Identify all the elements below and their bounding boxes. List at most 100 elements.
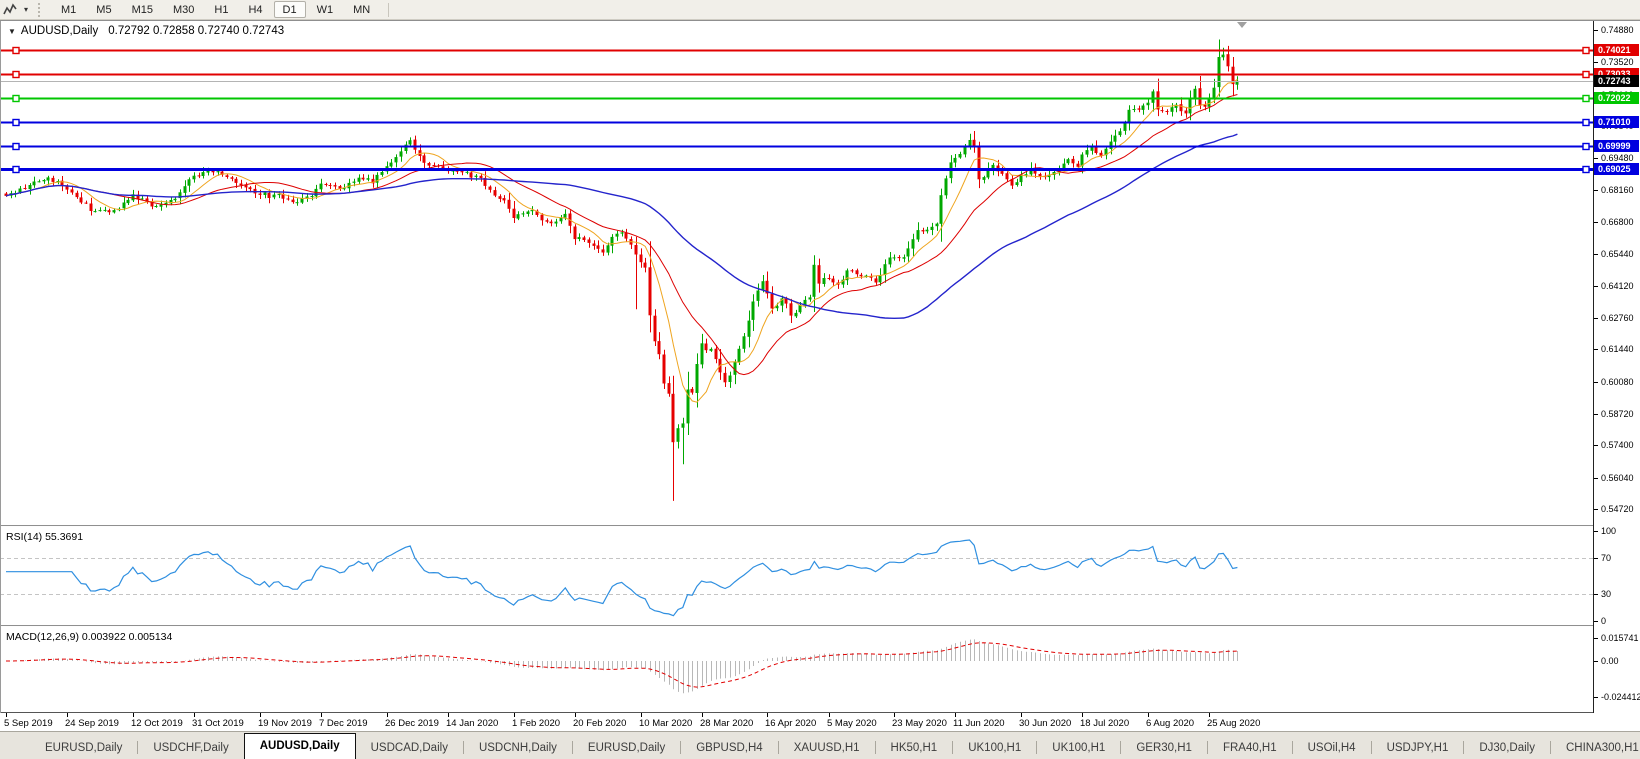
chart-tab-dj30-daily[interactable]: DJ30,Daily bbox=[1464, 738, 1550, 759]
chart-shift-marker-icon[interactable] bbox=[1237, 22, 1247, 28]
chart-tab-hk50-h1[interactable]: HK50,H1 bbox=[876, 738, 953, 759]
hline-handle[interactable] bbox=[13, 167, 19, 173]
timeframe-button-m15[interactable]: M15 bbox=[123, 1, 162, 18]
date-tick-label: 1 Feb 2020 bbox=[512, 718, 560, 729]
macd-histogram bbox=[7, 639, 1238, 693]
axis-tick bbox=[1594, 638, 1598, 639]
axis-tick-label: 0.61440 bbox=[1601, 344, 1634, 354]
chart-tab-gbpusd-h4[interactable]: GBPUSD,H4 bbox=[681, 738, 777, 759]
chart-tab-usdcad-daily[interactable]: USDCAD,Daily bbox=[356, 738, 463, 759]
price-level-badge: 0.69025 bbox=[1594, 163, 1639, 175]
hline-handle[interactable] bbox=[1583, 96, 1589, 102]
axis-tick bbox=[1594, 478, 1598, 479]
hline-handle[interactable] bbox=[13, 48, 19, 54]
axis-tick-label: -0.024412 bbox=[1601, 692, 1640, 702]
axis-tick bbox=[1594, 558, 1598, 559]
date-tick bbox=[6, 713, 7, 717]
date-tick-label: 26 Dec 2019 bbox=[385, 718, 439, 729]
rsi-label: RSI(14) 55.3691 bbox=[6, 531, 83, 543]
axis-tick-label: 0.68160 bbox=[1601, 185, 1634, 195]
moving-average-line[interactable] bbox=[6, 95, 1237, 375]
hline-handle[interactable] bbox=[13, 120, 19, 126]
hline-handle[interactable] bbox=[13, 96, 19, 102]
moving-average-line[interactable] bbox=[6, 79, 1237, 402]
axis-tick bbox=[1594, 414, 1598, 415]
date-tick-label: 23 May 2020 bbox=[892, 718, 947, 729]
timeframe-button-m1[interactable]: M1 bbox=[52, 1, 85, 18]
date-tick bbox=[133, 713, 134, 717]
chart-title: ▼AUDUSD,Daily0.72792 0.72858 0.72740 0.7… bbox=[8, 25, 284, 37]
hline-handle[interactable] bbox=[13, 144, 19, 150]
price-axis[interactable]: 0.748800.735200.721600.708400.694800.681… bbox=[1594, 21, 1640, 713]
chart-symbol-period: AUDUSD,Daily bbox=[21, 25, 98, 37]
hline-handle[interactable] bbox=[1583, 72, 1589, 78]
date-tick-label: 5 May 2020 bbox=[827, 718, 877, 729]
hline-handle[interactable] bbox=[13, 72, 19, 78]
price-level-badge: 0.69999 bbox=[1594, 140, 1639, 152]
macd-signal-line bbox=[6, 643, 1237, 687]
axis-tick-label: 0.74880 bbox=[1601, 25, 1634, 35]
date-tick bbox=[1082, 713, 1083, 717]
toolbar-gripper bbox=[38, 3, 43, 17]
axis-tick-label: 0.65440 bbox=[1601, 249, 1634, 259]
axis-tick-label: 0.57400 bbox=[1601, 440, 1634, 450]
timeframe-button-mn[interactable]: MN bbox=[344, 1, 379, 18]
chart-tab-usdjpy-h1[interactable]: USDJPY,H1 bbox=[1372, 738, 1464, 759]
toolbar-dropdown-arrow-icon[interactable]: ▾ bbox=[20, 5, 32, 14]
date-axis[interactable]: 5 Sep 201924 Sep 201912 Oct 201931 Oct 2… bbox=[0, 713, 1593, 731]
axis-tick-label: 0.58720 bbox=[1601, 409, 1634, 419]
date-tick-label: 16 Apr 2020 bbox=[765, 718, 816, 729]
axis-tick bbox=[1594, 382, 1598, 383]
chart-tab-uk100-h1[interactable]: UK100,H1 bbox=[1037, 738, 1120, 759]
chart-tab-bar: EURUSD,DailyUSDCHF,DailyAUDUSD,DailyUSDC… bbox=[0, 731, 1640, 759]
chart-tab-eurusd-daily[interactable]: EURUSD,Daily bbox=[573, 738, 680, 759]
chart-tab-audusd-daily[interactable]: AUDUSD,Daily bbox=[244, 733, 356, 759]
chart-window-left-border bbox=[0, 21, 1, 730]
chart-tab-usdchf-daily[interactable]: USDCHF,Daily bbox=[138, 738, 243, 759]
axis-tick-label: 0.00 bbox=[1601, 656, 1619, 666]
chart-tab-fra40-h1[interactable]: FRA40,H1 bbox=[1208, 738, 1292, 759]
candlesticks[interactable] bbox=[5, 40, 1239, 501]
date-tick bbox=[448, 713, 449, 717]
timeframe-button-m5[interactable]: M5 bbox=[87, 1, 120, 18]
date-tick bbox=[67, 713, 68, 717]
macd-indicator-panel[interactable] bbox=[0, 627, 1593, 712]
chart-tab-usoil-h4[interactable]: USOil,H4 bbox=[1293, 738, 1371, 759]
symbol-dropdown-icon[interactable]: ▼ bbox=[8, 27, 16, 36]
axis-tick-label: 0.54720 bbox=[1601, 504, 1634, 514]
timeframe-button-m30[interactable]: M30 bbox=[164, 1, 203, 18]
timeframe-button-d1[interactable]: D1 bbox=[274, 1, 306, 18]
timeframe-button-w1[interactable]: W1 bbox=[308, 1, 343, 18]
rsi-indicator-panel[interactable] bbox=[0, 527, 1593, 625]
chart-tab-usdcnh-daily[interactable]: USDCNH,Daily bbox=[464, 738, 572, 759]
date-tick bbox=[387, 713, 388, 717]
toolbar: ▾ M1M5M15M30H1H4D1W1MN bbox=[0, 0, 1640, 20]
main-price-chart[interactable] bbox=[0, 21, 1593, 525]
chart-tab-xauusd-h1[interactable]: XAUUSD,H1 bbox=[779, 738, 875, 759]
axis-tick-label: 0.62760 bbox=[1601, 313, 1634, 323]
chart-tab-uk100-h1[interactable]: UK100,H1 bbox=[953, 738, 1036, 759]
timeframe-button-h1[interactable]: H1 bbox=[205, 1, 237, 18]
chart-tab-china300-h1[interactable]: CHINA300,H1 bbox=[1551, 738, 1640, 759]
hline-handle[interactable] bbox=[1583, 48, 1589, 54]
chart-tab-eurusd-daily[interactable]: EURUSD,Daily bbox=[30, 738, 137, 759]
hline-handle[interactable] bbox=[1583, 144, 1589, 150]
date-tick bbox=[894, 713, 895, 717]
hline-handle[interactable] bbox=[1583, 120, 1589, 126]
date-tick-label: 24 Sep 2019 bbox=[65, 718, 119, 729]
timeframe-button-h4[interactable]: H4 bbox=[239, 1, 271, 18]
date-tick-label: 14 Jan 2020 bbox=[446, 718, 498, 729]
price-level-badge: 0.74021 bbox=[1594, 44, 1639, 56]
chart-tab-ger30-h1[interactable]: GER30,H1 bbox=[1121, 738, 1207, 759]
date-tick-label: 12 Oct 2019 bbox=[131, 718, 183, 729]
moving-average-line[interactable] bbox=[6, 134, 1237, 318]
axis-tick-label: 30 bbox=[1601, 589, 1611, 599]
mt4-application: ▾ M1M5M15M30H1H4D1W1MN ▼AUDUSD,Daily0.72… bbox=[0, 0, 1640, 759]
hline-handle[interactable] bbox=[1583, 167, 1589, 173]
date-tick-label: 19 Nov 2019 bbox=[258, 718, 312, 729]
axis-tick bbox=[1594, 621, 1598, 622]
axis-tick bbox=[1594, 509, 1598, 510]
date-tick bbox=[641, 713, 642, 717]
crayon-draw-icon[interactable] bbox=[0, 1, 20, 19]
axis-tick bbox=[1594, 190, 1598, 191]
